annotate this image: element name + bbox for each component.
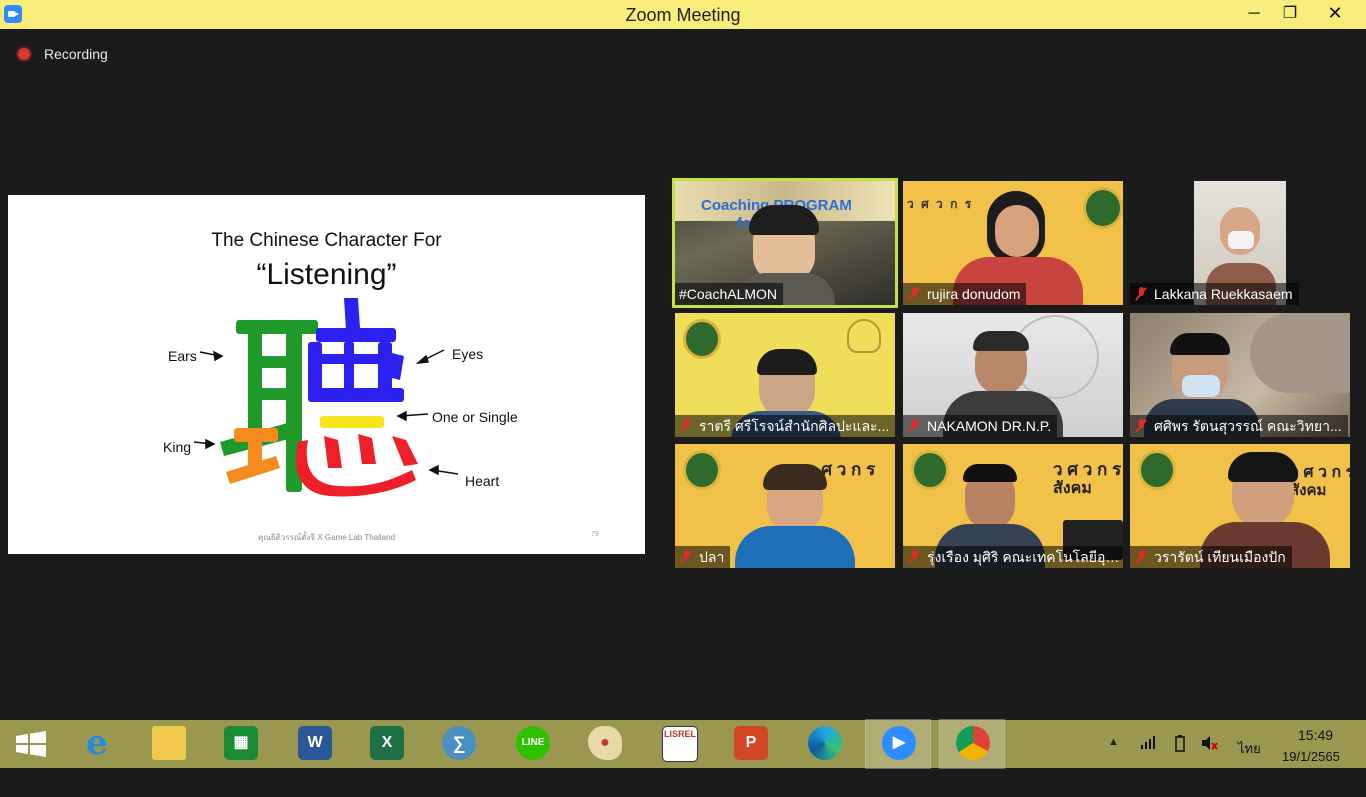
- participant-body: [735, 526, 855, 568]
- taskbar-file-explorer[interactable]: [136, 720, 200, 768]
- edge-icon: [808, 726, 842, 760]
- participant-name-label: rujira donudom: [903, 283, 1027, 305]
- participant-hair: [1228, 452, 1298, 482]
- folder-icon: [152, 726, 186, 760]
- maximize-button[interactable]: ❐: [1268, 0, 1312, 29]
- video-tile[interactable]: ว ศ ว ก ร สังคม วรารัตน์ เทียนเมืองปัก: [1130, 444, 1350, 568]
- line-app-icon: LINE: [516, 726, 550, 760]
- participant-hair: [749, 205, 819, 235]
- participant-hair: [763, 464, 827, 490]
- slide-title: The Chinese Character For: [211, 230, 442, 251]
- slide-subtitle: “Listening”: [256, 258, 397, 291]
- taskbar-excel[interactable]: X: [354, 720, 418, 768]
- video-tile[interactable]: ว ศ ว ก ร สังคม รุ่งเรือง มุศิริ คณะเทคโ…: [903, 444, 1123, 568]
- muted-mic-icon: [1134, 287, 1148, 301]
- muted-mic-icon: [679, 550, 693, 564]
- muted-mic-icon: [1134, 419, 1148, 433]
- participant-name-label: Lakkana Ruekkasaem: [1130, 283, 1299, 305]
- title-bar: Zoom Meeting ─ ❐ ✕: [0, 0, 1366, 29]
- excel-icon: X: [370, 726, 404, 760]
- store-icon: ▦: [224, 726, 258, 760]
- internet-explorer-icon: e: [86, 723, 108, 763]
- taskbar-internet-explorer[interactable]: e: [64, 720, 128, 768]
- participant-name-label: วรารัตน์ เทียนเมืองปัก: [1130, 546, 1292, 568]
- taskbar-powerpoint[interactable]: P: [718, 720, 782, 768]
- participant-name-label: ปลา: [675, 546, 731, 568]
- volume-muted-icon[interactable]: [1200, 734, 1218, 782]
- taskbar-paint[interactable]: ●: [572, 720, 636, 768]
- university-logo-icon: [1138, 450, 1176, 490]
- video-tile[interactable]: ว ศ ว ก ร ปลา: [675, 444, 895, 568]
- window-title: Zoom Meeting: [625, 5, 741, 25]
- virtual-bg-subtext: สังคม: [1290, 482, 1327, 499]
- recording-dot-icon: [18, 48, 30, 60]
- taskbar-math-input[interactable]: ∑: [426, 720, 490, 768]
- windows-taskbar: e ▦ W X ∑ LINE ● LISREL P ▶: [0, 719, 1366, 769]
- label-one-or-single: One or Single: [432, 409, 518, 425]
- video-tile[interactable]: Coaching PROGRAM for Trainer #CoachALMON: [672, 178, 898, 308]
- math-icon: ∑: [442, 726, 476, 760]
- taskbar-chrome[interactable]: [939, 719, 1005, 769]
- participant-name-label: ศศิพร รัตนสุวรรณ์ คณะวิทยา...: [1130, 415, 1348, 437]
- participant-name-label: NAKAMON DR.N.P.: [903, 415, 1058, 437]
- label-ears: Ears: [168, 348, 197, 364]
- zoom-icon: ▶: [882, 726, 916, 760]
- virtual-bg-subtext: สังคม: [1053, 480, 1092, 497]
- taskbar-line[interactable]: LINE: [500, 720, 564, 768]
- office-logo-icon: [847, 319, 881, 353]
- video-tile[interactable]: ราตรี ศรีโรจน์สำนักศิลปะและ...: [675, 313, 895, 437]
- show-hidden-icons-button[interactable]: ▲: [1108, 736, 1119, 784]
- participant-name-label: รุ่งเรือง มุศิริ คณะเทคโนโลยีอุต...: [903, 546, 1123, 568]
- clock-date[interactable]: 19/1/2565: [1282, 749, 1340, 797]
- video-tile[interactable]: Lakkana Ruekkasaem: [1130, 181, 1350, 305]
- slide-footer: คุณธิติวรรณ์ตั้งจิ X Game Lab Thailand: [257, 533, 396, 542]
- close-button[interactable]: ✕: [1311, 0, 1359, 29]
- participant-hair: [963, 464, 1017, 482]
- muted-mic-icon: [1134, 550, 1148, 564]
- label-eyes: Eyes: [452, 346, 484, 362]
- taskbar-word[interactable]: W: [282, 720, 346, 768]
- face-mask: [1228, 231, 1254, 249]
- video-tile[interactable]: ว ศ ว ก ร rujira donudom: [903, 181, 1123, 305]
- word-icon: W: [298, 726, 332, 760]
- virtual-bg-text: ว ศ ว ก ร: [907, 197, 974, 211]
- lisrel-icon: LISREL: [662, 726, 698, 762]
- university-logo-icon: [911, 450, 949, 490]
- signal-icon[interactable]: [1140, 734, 1156, 782]
- input-language[interactable]: ไทย: [1238, 738, 1261, 786]
- participant-name-label: #CoachALMON: [675, 283, 784, 305]
- participant-hair: [757, 349, 817, 375]
- muted-mic-icon: [907, 550, 921, 564]
- chinese-character-ting-graphic: [193, 298, 459, 497]
- recording-label: Recording: [44, 46, 108, 62]
- participant-name-label: ราตรี ศรีโรจน์สำนักศิลปะและ...: [675, 415, 895, 437]
- label-king: King: [163, 439, 192, 455]
- cat-in-background: [1250, 313, 1350, 393]
- taskbar-edge[interactable]: [792, 720, 856, 768]
- face-mask: [1182, 375, 1220, 397]
- muted-mic-icon: [907, 287, 921, 301]
- participant-face: [995, 205, 1039, 257]
- taskbar-zoom[interactable]: ▶: [865, 719, 931, 769]
- university-logo-icon: [1083, 187, 1123, 229]
- slide-page-number: 79: [591, 531, 599, 538]
- label-heart: Heart: [465, 473, 500, 489]
- shared-screen-slide: The Chinese Character For “Listening” Ea…: [8, 195, 645, 554]
- battery-icon[interactable]: [1172, 734, 1188, 782]
- powerpoint-icon: P: [734, 726, 768, 760]
- muted-mic-icon: [679, 419, 693, 433]
- paint-palette-icon: ●: [588, 726, 622, 760]
- windows-logo-icon: [16, 731, 46, 757]
- university-logo-icon: [683, 450, 721, 490]
- university-logo-icon: [683, 319, 721, 359]
- video-tile[interactable]: NAKAMON DR.N.P.: [903, 313, 1123, 437]
- chrome-icon: [956, 726, 990, 760]
- taskbar-lisrel[interactable]: LISREL: [646, 720, 710, 768]
- taskbar-store[interactable]: ▦: [208, 720, 272, 768]
- start-button[interactable]: [0, 720, 64, 768]
- video-tile[interactable]: ศศิพร รัตนสุวรรณ์ คณะวิทยา...: [1130, 313, 1350, 437]
- participant-hair: [1170, 333, 1230, 355]
- muted-mic-icon: [907, 419, 921, 433]
- participant-hair: [973, 331, 1029, 351]
